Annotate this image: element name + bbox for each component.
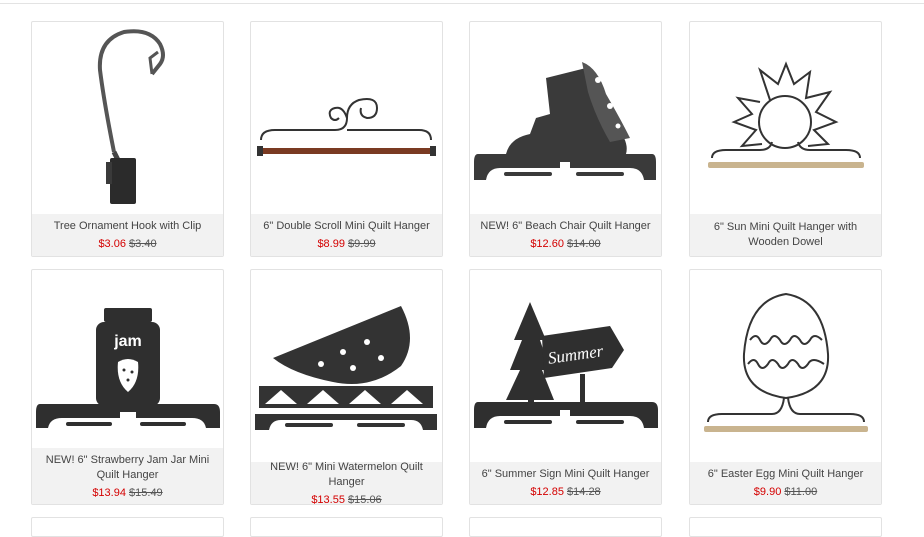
product-image[interactable]: [251, 270, 442, 461]
product-price: $12.60 $14.00: [530, 237, 600, 251]
original-price: $15.49: [129, 486, 163, 499]
watermelon-hanger-icon: [255, 306, 437, 430]
jam-label: jam: [113, 333, 142, 350]
product-name[interactable]: Tree Ornament Hook with Clip: [54, 219, 202, 234]
beach-chair-hanger-icon: [474, 62, 656, 180]
sale-price: $9.90: [753, 486, 782, 498]
product-image[interactable]: [690, 270, 881, 461]
product-name[interactable]: 6" Summer Sign Mini Quilt Hanger: [482, 467, 650, 482]
product-card[interactable]: NEW! 6" Mini Watermelon Quilt Hanger $13…: [250, 269, 443, 505]
sun-hanger-icon: [708, 61, 864, 168]
original-price: $3.40: [129, 238, 157, 250]
original-price: $14.00: [567, 238, 601, 250]
product-card[interactable]: Summer 6" Summer Sign Mini Quilt Hanger …: [469, 269, 662, 505]
product-name[interactable]: NEW! 6" Strawberry Jam Jar Mini Quilt Ha…: [40, 453, 215, 483]
product-card[interactable]: Tree Ornament Hook with Clip $3.06 $3.40: [31, 21, 224, 257]
product-card[interactable]: [31, 517, 224, 537]
tree-ornament-hook-icon: [97, 29, 165, 204]
product-card[interactable]: NEW! 6" Beach Chair Quilt Hanger $12.60 …: [469, 21, 662, 257]
product-image[interactable]: [251, 22, 442, 213]
product-name[interactable]: NEW! 6" Mini Watermelon Quilt Hanger: [259, 460, 434, 490]
product-price: $12.85 $14.28: [530, 485, 600, 499]
product-price: $13.55 $15.06: [311, 493, 382, 505]
double-scroll-hanger-icon: [257, 98, 436, 156]
product-name[interactable]: 6" Sun Mini Quilt Hanger with Wooden Dow…: [698, 220, 873, 250]
product-image[interactable]: jam: [32, 270, 223, 461]
product-card[interactable]: [689, 517, 882, 537]
product-price: $8.99 $9.99: [317, 237, 375, 251]
product-image[interactable]: [690, 22, 881, 213]
product-image[interactable]: [470, 22, 661, 213]
original-price: $9.99: [348, 238, 376, 250]
product-card[interactable]: 6" Easter Egg Mini Quilt Hanger $9.90 $1…: [689, 269, 882, 505]
original-price: $15.06: [348, 493, 382, 505]
product-name[interactable]: NEW! 6" Beach Chair Quilt Hanger: [480, 219, 650, 234]
product-image[interactable]: [32, 22, 223, 213]
sale-price: $12.85: [530, 486, 564, 498]
original-price: $14.28: [567, 486, 601, 498]
product-card[interactable]: 6" Sun Mini Quilt Hanger with Wooden Dow…: [689, 21, 882, 257]
product-name[interactable]: 6" Double Scroll Mini Quilt Hanger: [263, 219, 430, 234]
product-card[interactable]: [469, 517, 662, 537]
product-name[interactable]: 6" Easter Egg Mini Quilt Hanger: [708, 467, 864, 482]
product-price: $13.94 $15.49: [92, 486, 162, 500]
sale-price: $12.60: [530, 238, 564, 250]
sale-price: $8.99: [317, 238, 345, 250]
jam-jar-hanger-icon: jam: [36, 308, 220, 428]
product-price: $3.06 $3.40: [98, 237, 156, 251]
summer-sign-hanger-icon: Summer: [474, 302, 658, 428]
product-card[interactable]: [250, 517, 443, 537]
product-image[interactable]: Summer: [470, 270, 661, 461]
product-card[interactable]: 6" Double Scroll Mini Quilt Hanger $8.99…: [250, 21, 443, 257]
product-card[interactable]: jam NEW! 6" Strawberry Jam Jar Mini Quil…: [31, 269, 224, 505]
easter-egg-hanger-icon: [704, 292, 868, 432]
product-price: $9.90 $11.00: [754, 485, 817, 499]
sale-price: $3.06: [98, 238, 126, 250]
sale-price: $13.55: [311, 493, 345, 505]
original-price: $11.00: [784, 486, 818, 498]
sale-price: $13.94: [92, 486, 126, 499]
top-divider: [0, 3, 924, 4]
